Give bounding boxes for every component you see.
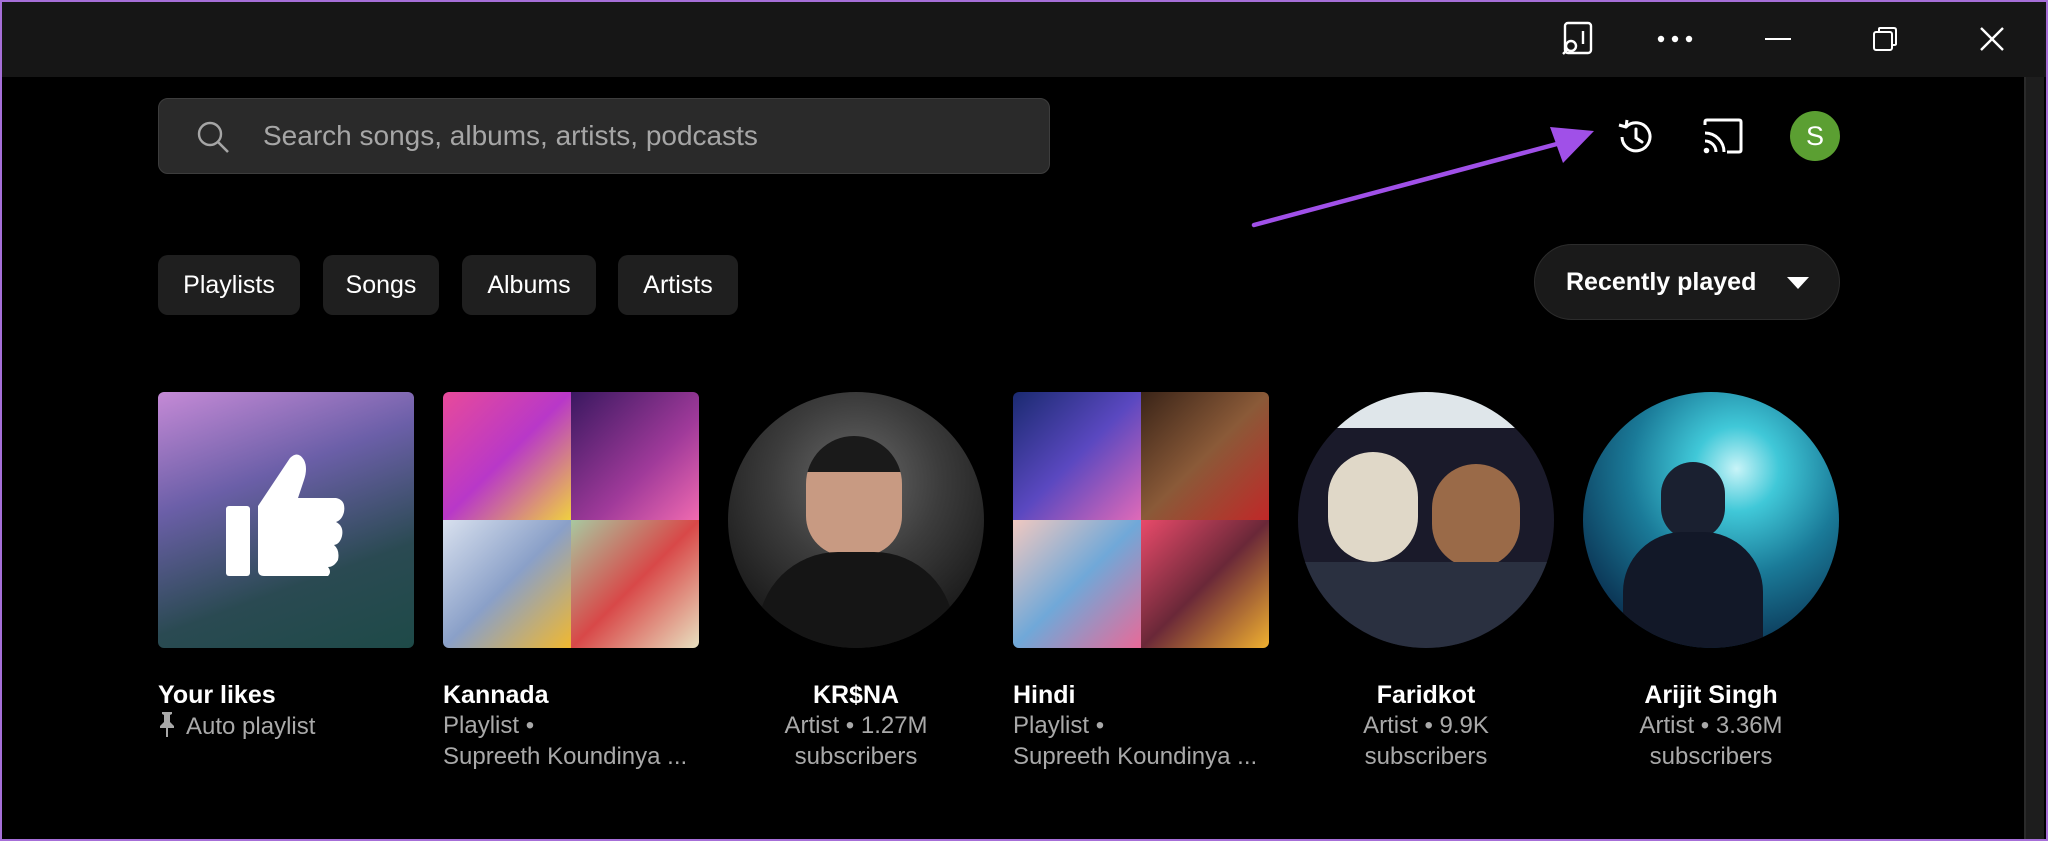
item-title: Hindi	[1013, 681, 1076, 709]
library-item-faridkot[interactable]: Faridkot Artist • 9.9K subscribers	[1298, 392, 1554, 772]
history-icon	[1618, 119, 1652, 153]
item-title: Arijit Singh	[1644, 681, 1778, 709]
thumbs-up-icon	[226, 454, 345, 576]
item-subtitle-line2: subscribers	[1364, 743, 1488, 770]
search-input[interactable]	[263, 99, 1023, 173]
library-item-kannada[interactable]: Kannada Playlist • Supreeth Koundinya ..…	[443, 392, 699, 772]
filter-chip-albums[interactable]: Albums	[462, 255, 596, 315]
library-item-krsna[interactable]: KR$NA Artist • 1.27M subscribers	[728, 392, 984, 772]
item-subtitle-line2: subscribers	[794, 743, 918, 770]
annotation-arrow	[1251, 127, 1594, 228]
more-horizontal-icon	[1657, 35, 1693, 42]
hindi-playlist-thumbnail	[1013, 392, 1269, 648]
restore-icon	[1873, 26, 1897, 51]
close-icon	[1980, 26, 2004, 51]
sort-label: Recently played	[1566, 267, 1757, 296]
item-title: KR$NA	[812, 681, 900, 709]
app-available-button[interactable]	[1533, 0, 1623, 77]
item-subtitle-line2: Supreeth Koundinya ...	[1013, 743, 1258, 770]
close-button[interactable]	[1947, 0, 2037, 77]
more-options-button[interactable]	[1630, 0, 1720, 77]
item-subtitle: Auto playlist	[158, 710, 414, 742]
caret-down-icon	[1787, 277, 1809, 289]
faridkot-artist-thumbnail	[1298, 392, 1554, 648]
arijit-singh-artist-thumbnail	[1583, 392, 1839, 648]
title-bar	[0, 0, 2048, 77]
item-subtitle-line1: Artist • 1.27M	[784, 712, 928, 739]
app-install-icon	[1562, 21, 1593, 55]
cast-icon	[1703, 118, 1743, 154]
sort-dropdown[interactable]: Recently played	[1534, 244, 1840, 320]
your-likes-thumbnail	[158, 392, 414, 648]
library-item-your-likes[interactable]: Your likes Auto playlist	[158, 392, 414, 742]
library-item-arijit-singh[interactable]: Arijit Singh Artist • 3.36M subscribers	[1583, 392, 1839, 772]
item-title: Faridkot	[1376, 681, 1476, 709]
kannada-playlist-thumbnail	[443, 392, 699, 648]
item-subtitle-line2: Supreeth Koundinya ...	[443, 743, 688, 770]
krsna-artist-thumbnail	[728, 392, 984, 648]
pin-icon	[160, 712, 174, 737]
item-subtitle-text: Auto playlist	[186, 713, 316, 740]
avatar[interactable]: S	[1790, 111, 1840, 161]
history-button[interactable]	[1610, 112, 1660, 162]
search-box[interactable]	[158, 98, 1050, 174]
item-subtitle-line2: subscribers	[1649, 743, 1773, 770]
item-title: Your likes	[158, 681, 276, 709]
search-icon	[197, 121, 229, 153]
scrollbar[interactable]	[2024, 77, 2044, 841]
item-subtitle-line1: Artist • 3.36M	[1639, 712, 1783, 739]
filter-chip-artists[interactable]: Artists	[618, 255, 738, 315]
item-subtitle-line1: Playlist •	[443, 712, 535, 739]
cast-button[interactable]	[1698, 112, 1748, 162]
filter-chip-playlists[interactable]: Playlists	[158, 255, 300, 315]
minimize-button[interactable]	[1733, 0, 1823, 77]
library-item-hindi[interactable]: Hindi Playlist • Supreeth Koundinya ...	[1013, 392, 1269, 772]
filter-chip-songs[interactable]: Songs	[323, 255, 439, 315]
minimize-icon	[1765, 37, 1791, 40]
item-title: Kannada	[443, 681, 549, 709]
item-subtitle-line1: Artist • 9.9K	[1363, 712, 1489, 739]
item-subtitle-line1: Playlist •	[1013, 712, 1105, 739]
restore-button[interactable]	[1840, 0, 1930, 77]
